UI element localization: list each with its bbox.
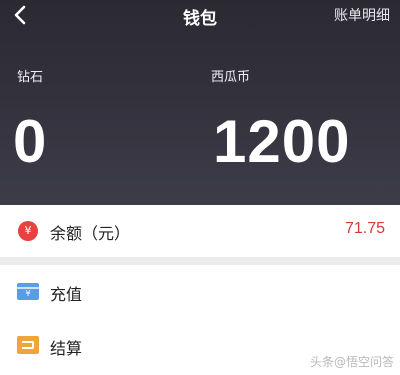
melon-coin-value: 1200 bbox=[213, 108, 351, 175]
balance-label: 余额（元） bbox=[50, 224, 131, 243]
recharge-item[interactable]: ¥ 充值 bbox=[0, 265, 400, 319]
wallet-header: 钱包 账单明细 钻石 0 西瓜币 1200 bbox=[0, 0, 400, 205]
balance-value: 71.75 bbox=[344, 220, 385, 237]
diamond-label: 钻石 bbox=[17, 70, 44, 85]
wallet-icon bbox=[17, 336, 39, 354]
yen-icon: ¥ bbox=[18, 221, 38, 241]
diamond-value: 0 bbox=[13, 108, 48, 175]
bill-details-link[interactable]: 账单明细 bbox=[334, 5, 390, 25]
balance-row[interactable]: ¥ 余额（元） 71.75 bbox=[0, 205, 400, 257]
melon-coin-label: 西瓜币 bbox=[211, 70, 251, 85]
settle-label: 结算 bbox=[50, 339, 83, 358]
recharge-label: 充值 bbox=[50, 285, 83, 304]
watermark: 头条@悟空问答 bbox=[309, 355, 394, 369]
recharge-card-icon: ¥ bbox=[17, 283, 39, 300]
